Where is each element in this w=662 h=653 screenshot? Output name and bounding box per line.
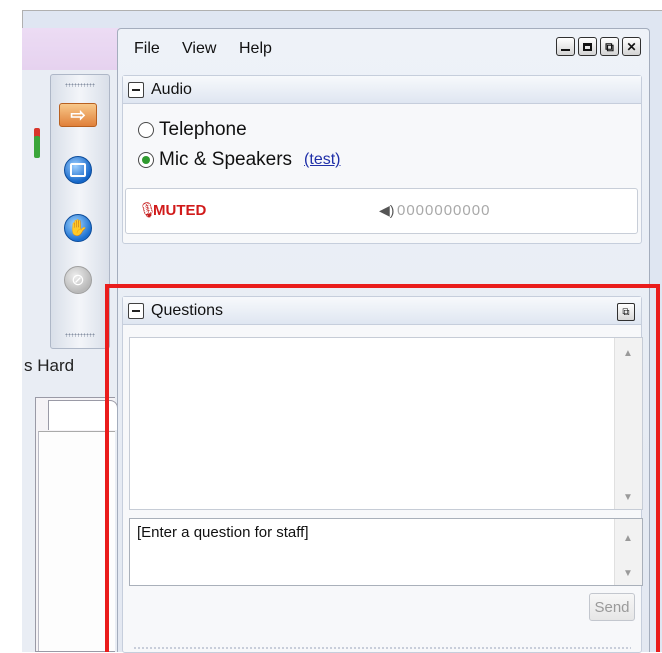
minimize-button[interactable] bbox=[556, 37, 575, 56]
question-input[interactable]: [Enter a question for staff] ▲ ▼ bbox=[129, 518, 643, 586]
speaker-icon: ◀) bbox=[379, 202, 395, 218]
audio-test-link[interactable]: (test) bbox=[304, 151, 340, 169]
control-panel: File View Help ⧉ ✕ Audio Telephone Mic &… bbox=[117, 28, 650, 653]
telephone-label: Telephone bbox=[159, 119, 247, 140]
input-scroll-up-arrow[interactable]: ▲ bbox=[623, 533, 633, 544]
muted-status[interactable]: MUTED bbox=[153, 202, 206, 219]
toolbar-grip-top[interactable] bbox=[65, 83, 95, 87]
audio-collapse-button[interactable] bbox=[128, 81, 144, 98]
questions-section: Questions ⧉ ▲ ▼ [Enter a question for st… bbox=[122, 296, 643, 653]
show-hide-panel-button[interactable]: ⇨ bbox=[59, 103, 97, 127]
send-button[interactable]: Send bbox=[589, 593, 635, 621]
screen-share-button[interactable] bbox=[61, 155, 95, 185]
popout-icon: ⧉ bbox=[605, 39, 614, 54]
questions-popout-button[interactable]: ⧉ bbox=[617, 303, 635, 321]
disabled-control-button[interactable]: ⊘ bbox=[61, 265, 95, 295]
resize-grip[interactable] bbox=[133, 646, 631, 650]
mic-speakers-label: Mic & Speakers bbox=[159, 149, 293, 170]
background-tab bbox=[48, 400, 118, 430]
scroll-up-arrow[interactable]: ▲ bbox=[623, 348, 633, 359]
menu-file[interactable]: File bbox=[134, 40, 160, 58]
popout-button[interactable]: ⧉ bbox=[600, 37, 619, 56]
scroll-down-arrow[interactable]: ▼ bbox=[623, 492, 633, 503]
audio-level-meter: 0000000000 bbox=[397, 202, 491, 219]
questions-section-header: Questions ⧉ bbox=[123, 297, 641, 325]
maximize-icon bbox=[583, 42, 592, 51]
background-lower-panel bbox=[35, 397, 118, 652]
background-panel-inner bbox=[38, 431, 115, 651]
window-controls: ⧉ ✕ bbox=[556, 37, 641, 56]
popout-icon: ⧉ bbox=[622, 306, 630, 318]
arrow-icon: ⇨ bbox=[70, 105, 86, 125]
maximize-button[interactable] bbox=[578, 37, 597, 56]
question-input-placeholder: [Enter a question for staff] bbox=[137, 524, 309, 541]
close-icon: ✕ bbox=[626, 39, 637, 54]
minimize-icon bbox=[561, 48, 570, 51]
telephone-radio[interactable] bbox=[138, 122, 154, 138]
telephone-option[interactable]: Telephone bbox=[138, 119, 247, 141]
raise-hand-button[interactable]: ✋ bbox=[61, 213, 95, 243]
questions-log[interactable]: ▲ ▼ bbox=[129, 337, 643, 510]
raise-hand-icon: ✋ bbox=[64, 214, 92, 242]
question-input-scrollbar[interactable]: ▲ ▼ bbox=[614, 519, 642, 585]
input-scroll-down-arrow[interactable]: ▼ bbox=[623, 568, 633, 579]
questions-title: Questions bbox=[151, 301, 224, 319]
background-fragment-text: s Hard bbox=[24, 356, 75, 375]
audio-status-box: 🎙︎ MUTED ◀) 0000000000 bbox=[125, 188, 638, 234]
stop-icon bbox=[64, 156, 92, 184]
audio-section-header: Audio bbox=[123, 76, 641, 104]
background-header bbox=[22, 28, 122, 70]
close-button[interactable]: ✕ bbox=[622, 37, 641, 56]
menu-bar: File View Help ⧉ ✕ bbox=[118, 29, 649, 65]
control-toolbar: ⇨ ✋ ⊘ bbox=[50, 74, 110, 349]
audio-title: Audio bbox=[151, 80, 192, 98]
toolbar-grip-bottom[interactable] bbox=[65, 333, 95, 337]
menu-help[interactable]: Help bbox=[239, 40, 272, 58]
questions-collapse-button[interactable] bbox=[128, 302, 144, 319]
green-indicator bbox=[34, 136, 40, 158]
disabled-icon: ⊘ bbox=[64, 266, 92, 294]
menu-view[interactable]: View bbox=[182, 40, 216, 58]
mic-speakers-radio[interactable] bbox=[138, 152, 154, 168]
mic-speakers-option[interactable]: Mic & Speakers (test) bbox=[138, 149, 341, 171]
questions-log-scrollbar[interactable]: ▲ ▼ bbox=[614, 338, 642, 509]
